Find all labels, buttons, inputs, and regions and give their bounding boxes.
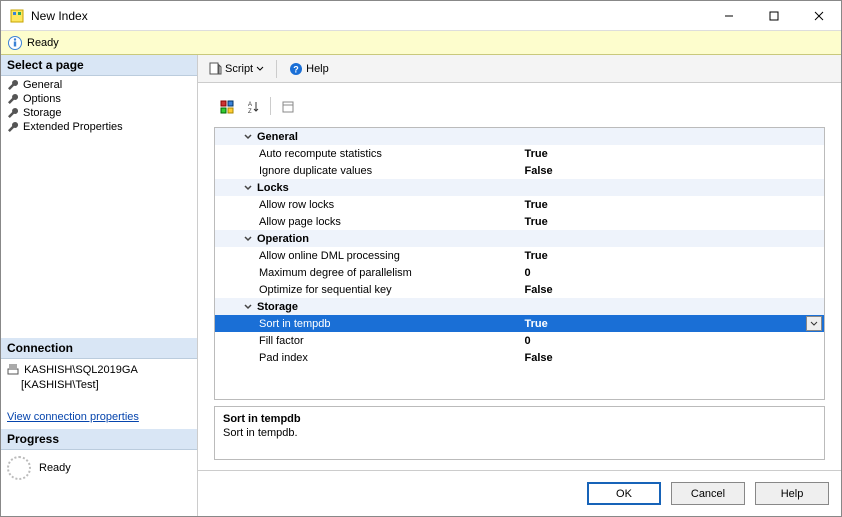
dropdown-button[interactable] [806,316,822,331]
status-text: Ready [27,37,59,49]
category-row[interactable]: Locks [215,179,824,196]
connection-header: Connection [1,338,197,359]
property-row[interactable]: Allow row locksTrue [215,196,824,213]
property-row[interactable]: Ignore duplicate valuesFalse [215,162,824,179]
category-row[interactable]: Operation [215,230,824,247]
property-grid[interactable]: GeneralAuto recompute statisticsTrueIgno… [214,127,825,400]
progress-header: Progress [1,429,197,450]
maximize-button[interactable] [751,1,796,30]
chevron-down-icon[interactable] [243,234,253,244]
chevron-down-icon[interactable] [243,302,253,312]
status-bar: Ready [1,31,841,55]
page-item-storage[interactable]: Storage [1,106,197,120]
wrench-icon [7,93,19,105]
property-row[interactable]: Optimize for sequential keyFalse [215,281,824,298]
property-row[interactable]: Maximum degree of parallelism0 [215,264,824,281]
wrench-icon [7,79,19,91]
property-row[interactable]: Sort in tempdbTrue [215,315,824,332]
new-index-dialog: New Index Ready Select a page General Op… [0,0,842,517]
svg-text:Z: Z [248,109,252,114]
property-row[interactable]: Fill factor0 [215,332,824,349]
wrench-icon [7,121,19,133]
ok-button[interactable]: OK [587,482,661,505]
page-list: General Options Storage Extended Propert… [1,76,197,136]
main-toolbar: Script ? Help [198,55,841,83]
alphabetical-button[interactable]: AZ [242,97,264,117]
property-row[interactable]: Allow page locksTrue [215,213,824,230]
view-connection-link[interactable]: View connection properties [7,411,191,423]
svg-text:?: ? [293,64,299,74]
chevron-down-icon[interactable] [243,183,253,193]
cancel-button[interactable]: Cancel [671,482,745,505]
titlebar: New Index [1,1,841,31]
description-title: Sort in tempdb [223,413,816,425]
info-icon [7,35,23,51]
progress-text: Ready [39,462,71,474]
svg-text:A: A [248,102,252,108]
sidebar: Select a page General Options Storage Ex… [1,55,198,516]
main-panel: Script ? Help AZ GeneralAuto recompute s… [198,55,841,516]
chevron-down-icon [256,65,264,73]
property-pages-button[interactable] [277,97,299,117]
help-button[interactable]: ? Help [285,60,333,78]
server-icon [7,363,21,375]
chevron-down-icon[interactable] [243,132,253,142]
categorized-button[interactable] [216,97,238,117]
page-item-general[interactable]: General [1,78,197,92]
script-button[interactable]: Script [204,60,268,78]
window-title: New Index [31,9,706,23]
script-icon [208,62,222,76]
wrench-icon [7,107,19,119]
minimize-button[interactable] [706,1,751,30]
property-grid-toolbar: AZ [214,97,825,121]
property-row[interactable]: Auto recompute statisticsTrue [215,145,824,162]
page-item-options[interactable]: Options [1,92,197,106]
app-icon [9,8,25,24]
dialog-footer: OK Cancel Help [198,470,841,516]
page-item-extended[interactable]: Extended Properties [1,120,197,134]
property-row[interactable]: Pad indexFalse [215,349,824,366]
description-text: Sort in tempdb. [223,427,816,439]
help-button[interactable]: Help [755,482,829,505]
close-button[interactable] [796,1,841,30]
property-row[interactable]: Allow online DML processingTrue [215,247,824,264]
connection-info: KASHISH\SQL2019GA [KASHISH\Test] [1,359,197,397]
category-row[interactable]: Storage [215,298,824,315]
select-page-header: Select a page [1,55,197,76]
help-icon: ? [289,62,303,76]
progress-spinner-icon [7,456,31,480]
category-row[interactable]: General [215,128,824,145]
description-panel: Sort in tempdb Sort in tempdb. [214,406,825,460]
